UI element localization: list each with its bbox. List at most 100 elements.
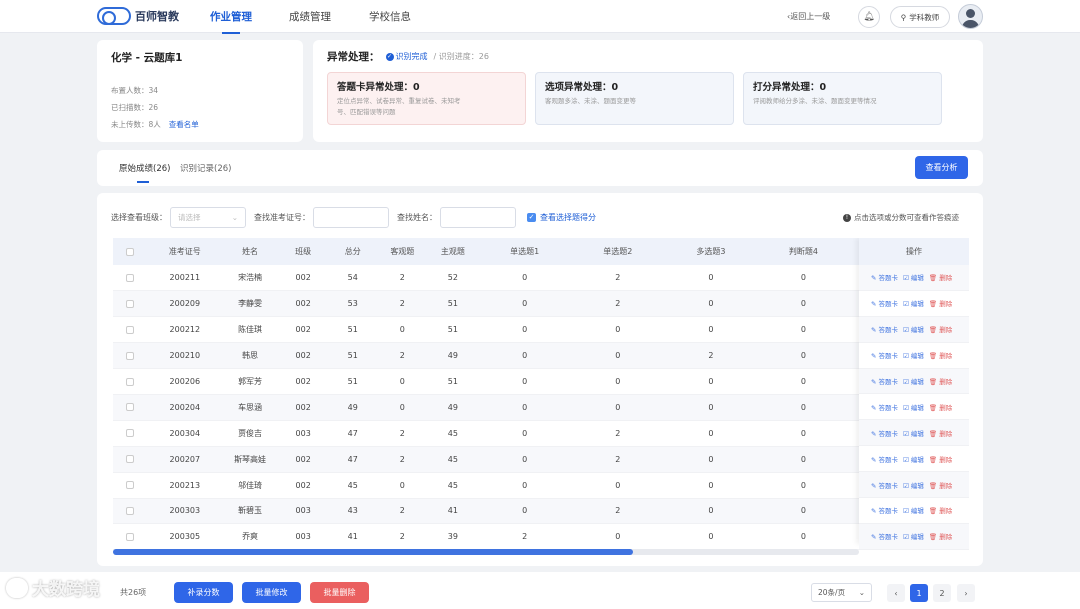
cell-judge-4[interactable]: 0 xyxy=(757,316,850,344)
answer-sheet-link[interactable]: ✎ 答题卡 xyxy=(871,505,898,515)
row-select-cell[interactable] xyxy=(113,394,148,421)
cell-judge-4[interactable]: 0 xyxy=(757,342,850,370)
delete-link[interactable]: 🗑︎ 删除 xyxy=(929,531,952,541)
cell-judge-4[interactable]: 0 xyxy=(757,394,850,421)
prev-page-button[interactable]: ‹ xyxy=(887,584,905,602)
row-checkbox[interactable] xyxy=(126,325,135,334)
edit-link[interactable]: ☑ 编辑 xyxy=(903,350,924,360)
delete-link[interactable]: 🗑︎ 删除 xyxy=(929,298,952,308)
row-checkbox[interactable] xyxy=(126,403,135,412)
delete-link[interactable]: 🗑︎ 删除 xyxy=(929,480,952,490)
edit-link[interactable]: ☑ 编辑 xyxy=(903,376,924,386)
row-checkbox[interactable] xyxy=(126,481,135,490)
edit-link[interactable]: ☑ 编辑 xyxy=(903,428,924,438)
edit-link[interactable]: ☑ 编辑 xyxy=(903,402,924,412)
edit-link[interactable]: ☑ 编辑 xyxy=(903,324,924,334)
row-select-cell[interactable] xyxy=(113,523,148,551)
option-exception-box[interactable]: 选项异常处理：0 客观题多涂、未涂、题面变更等 xyxy=(535,72,734,125)
edit-link[interactable]: ☑ 编辑 xyxy=(903,298,924,308)
tab-original-scores[interactable]: 原始成绩(26) xyxy=(119,162,170,183)
view-analysis-button[interactable]: 查看分析 xyxy=(915,156,968,179)
cell-multi-3[interactable]: 0 xyxy=(664,316,758,344)
row-checkbox[interactable] xyxy=(126,377,135,386)
row-select-cell[interactable] xyxy=(113,342,148,370)
cell-single-2[interactable]: 2 xyxy=(571,290,665,318)
cell-judge-4[interactable]: 0 xyxy=(757,420,850,447)
cell-single-1[interactable]: 0 xyxy=(478,420,572,447)
cell-single-1[interactable]: 0 xyxy=(478,290,572,318)
row-checkbox[interactable] xyxy=(126,273,135,282)
app-logo[interactable]: 百师智教 xyxy=(97,7,179,25)
cell-judge-4[interactable]: 0 xyxy=(757,498,850,525)
answer-sheet-link[interactable]: ✎ 答题卡 xyxy=(871,454,898,464)
cell-multi-3[interactable]: 2 xyxy=(664,342,758,370)
nav-tab-school[interactable]: 学校信息 xyxy=(369,9,411,24)
answer-sheet-link[interactable]: ✎ 答题卡 xyxy=(871,350,898,360)
cell-judge-4[interactable]: 0 xyxy=(757,368,850,395)
back-link[interactable]: ‹返回上一级 xyxy=(787,11,830,22)
row-checkbox[interactable] xyxy=(126,429,135,438)
answer-sheet-link[interactable]: ✎ 答题卡 xyxy=(871,428,898,438)
horizontal-scrollbar-thumb[interactable] xyxy=(113,549,633,555)
cell-single-2[interactable]: 2 xyxy=(571,498,665,525)
cell-multi-3[interactable]: 0 xyxy=(664,472,758,499)
cell-single-1[interactable]: 0 xyxy=(478,316,572,344)
cell-single-2[interactable]: 0 xyxy=(571,316,665,344)
delete-link[interactable]: 🗑︎ 删除 xyxy=(929,402,952,412)
answer-sheet-link[interactable]: ✎ 答题卡 xyxy=(871,324,898,334)
row-select-cell[interactable] xyxy=(113,368,148,395)
answer-sheet-link[interactable]: ✎ 答题卡 xyxy=(871,272,898,282)
cell-multi-3[interactable]: 0 xyxy=(664,420,758,447)
exam-no-input[interactable] xyxy=(313,207,389,228)
cell-judge-4[interactable]: 0 xyxy=(757,446,850,473)
cell-judge-4[interactable]: 0 xyxy=(757,472,850,499)
cell-single-2[interactable]: 0 xyxy=(571,342,665,370)
select-all-cell[interactable] xyxy=(113,238,148,265)
delete-link[interactable]: 🗑︎ 删除 xyxy=(929,376,952,386)
cell-single-1[interactable]: 2 xyxy=(478,523,572,551)
row-select-cell[interactable] xyxy=(113,472,148,499)
edit-link[interactable]: ☑ 编辑 xyxy=(903,272,924,282)
cell-single-1[interactable]: 0 xyxy=(478,446,572,473)
cell-multi-3[interactable]: 0 xyxy=(664,290,758,318)
select-all-checkbox[interactable] xyxy=(126,247,135,256)
row-checkbox[interactable] xyxy=(126,299,135,308)
cell-single-1[interactable]: 0 xyxy=(478,472,572,499)
scoring-exception-box[interactable]: 打分异常处理：0 评阅教师给分多涂、未涂、题面变更等情况 xyxy=(743,72,942,125)
add-scores-button[interactable]: 补录分数 xyxy=(174,582,233,603)
answer-sheet-link[interactable]: ✎ 答题卡 xyxy=(871,531,898,541)
tab-recognition-records[interactable]: 识别记录(26) xyxy=(180,162,231,174)
row-checkbox[interactable] xyxy=(126,506,135,515)
batch-edit-button[interactable]: 批量修改 xyxy=(242,582,301,603)
cell-single-1[interactable]: 0 xyxy=(478,368,572,395)
role-switch-button[interactable]: ⚲ 学科教师 xyxy=(890,6,950,28)
cell-single-2[interactable]: 2 xyxy=(571,420,665,447)
answer-sheet-link[interactable]: ✎ 答题卡 xyxy=(871,298,898,308)
cell-single-2[interactable]: 2 xyxy=(571,265,665,292)
next-page-button[interactable]: › xyxy=(957,584,975,602)
row-select-cell[interactable] xyxy=(113,498,148,525)
row-select-cell[interactable] xyxy=(113,446,148,473)
cell-single-2[interactable]: 0 xyxy=(571,394,665,421)
answer-sheet-link[interactable]: ✎ 答题卡 xyxy=(871,376,898,386)
cell-single-2[interactable]: 0 xyxy=(571,472,665,499)
cell-single-1[interactable]: 0 xyxy=(478,498,572,525)
cell-single-1[interactable]: 0 xyxy=(478,342,572,370)
edit-link[interactable]: ☑ 编辑 xyxy=(903,454,924,464)
nav-tab-homework[interactable]: 作业管理 xyxy=(210,9,252,34)
cell-multi-3[interactable]: 0 xyxy=(664,498,758,525)
cell-multi-3[interactable]: 0 xyxy=(664,368,758,395)
cell-judge-4[interactable]: 0 xyxy=(757,290,850,318)
horizontal-scrollbar[interactable] xyxy=(113,549,859,555)
delete-link[interactable]: 🗑︎ 删除 xyxy=(929,324,952,334)
cell-multi-3[interactable]: 0 xyxy=(664,394,758,421)
row-select-cell[interactable] xyxy=(113,316,148,344)
nav-tab-scores[interactable]: 成绩管理 xyxy=(289,9,331,24)
page-1-button[interactable]: 1 xyxy=(910,584,928,602)
answer-sheet-link[interactable]: ✎ 答题卡 xyxy=(871,402,898,412)
row-select-cell[interactable] xyxy=(113,420,148,447)
class-select[interactable]: 请选择 ⌄ xyxy=(170,207,246,228)
delete-link[interactable]: 🗑︎ 删除 xyxy=(929,428,952,438)
edit-link[interactable]: ☑ 编辑 xyxy=(903,505,924,515)
cell-multi-3[interactable]: 0 xyxy=(664,446,758,473)
